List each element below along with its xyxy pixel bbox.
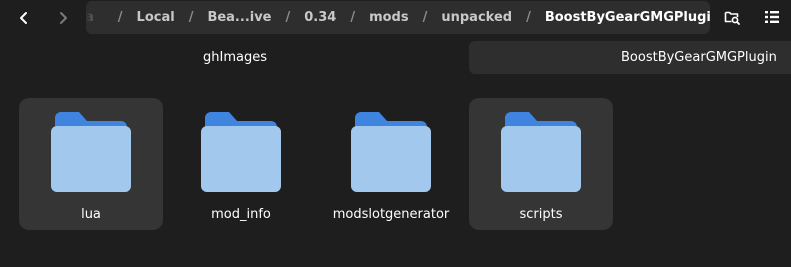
breadcrumb-item[interactable]: Bea...ive: [207, 10, 271, 25]
folder-icon: [351, 112, 431, 192]
chevron-right-icon: [60, 12, 67, 24]
breadcrumb-item[interactable]: mods: [369, 10, 409, 25]
breadcrumb-separator: /: [526, 10, 531, 25]
folder-icon: [501, 112, 581, 192]
folder-name: mod_info: [211, 207, 271, 222]
tab-ghimages[interactable]: ghImages: [0, 41, 470, 74]
folder-item-lua[interactable]: lua: [19, 98, 163, 230]
folder-icon: [201, 112, 281, 192]
folder-icon: [51, 112, 131, 192]
breadcrumb-item[interactable]: Local: [137, 10, 175, 25]
path-bar[interactable]: a / Local / Bea...ive / 0.34 / mods / un…: [86, 1, 710, 34]
breadcrumb-separator: /: [422, 10, 428, 25]
folder-name: scripts: [519, 207, 563, 222]
folder-item-scripts[interactable]: scripts: [469, 98, 613, 230]
folder-name: lua: [81, 207, 101, 222]
breadcrumb-separator: /: [188, 10, 194, 25]
folder-item-modslotgenerator[interactable]: modslotgenerator: [319, 98, 463, 230]
search-button[interactable]: [718, 4, 746, 30]
breadcrumb-item[interactable]: 0.34: [304, 10, 336, 25]
folder-name: modslotgenerator: [332, 207, 450, 222]
tab-bar: ghImages BoostByGearGMGPlugin: [0, 40, 791, 76]
tab-boostbygeargmgplugin[interactable]: BoostByGearGMGPlugin: [469, 41, 791, 74]
breadcrumb: a / Local / Bea...ive / 0.34 / mods / un…: [86, 1, 710, 34]
breadcrumb-separator: /: [285, 10, 291, 25]
breadcrumb-separator: /: [117, 10, 123, 25]
back-button[interactable]: [9, 4, 39, 32]
forward-button[interactable]: [48, 4, 78, 32]
breadcrumb-fade: [86, 1, 108, 34]
breadcrumb-separator: /: [350, 10, 356, 25]
chevron-left-icon: [20, 12, 27, 24]
file-grid: lua mod_info modslotgenerator scripts: [0, 96, 791, 232]
list-view-icon: [765, 11, 779, 23]
header-bar: a / Local / Bea...ive / 0.34 / mods / un…: [0, 0, 791, 35]
breadcrumb-item[interactable]: unpacked: [441, 10, 512, 25]
view-toggle-button[interactable]: [758, 4, 786, 30]
tab-label: BoostByGearGMGPlugin: [621, 50, 777, 65]
breadcrumb-current[interactable]: BoostByGearGMGPlugin: [545, 10, 710, 25]
folder-search-icon: [724, 11, 740, 25]
folder-item-mod-info[interactable]: mod_info: [169, 98, 313, 230]
tab-label: ghImages: [203, 50, 267, 65]
